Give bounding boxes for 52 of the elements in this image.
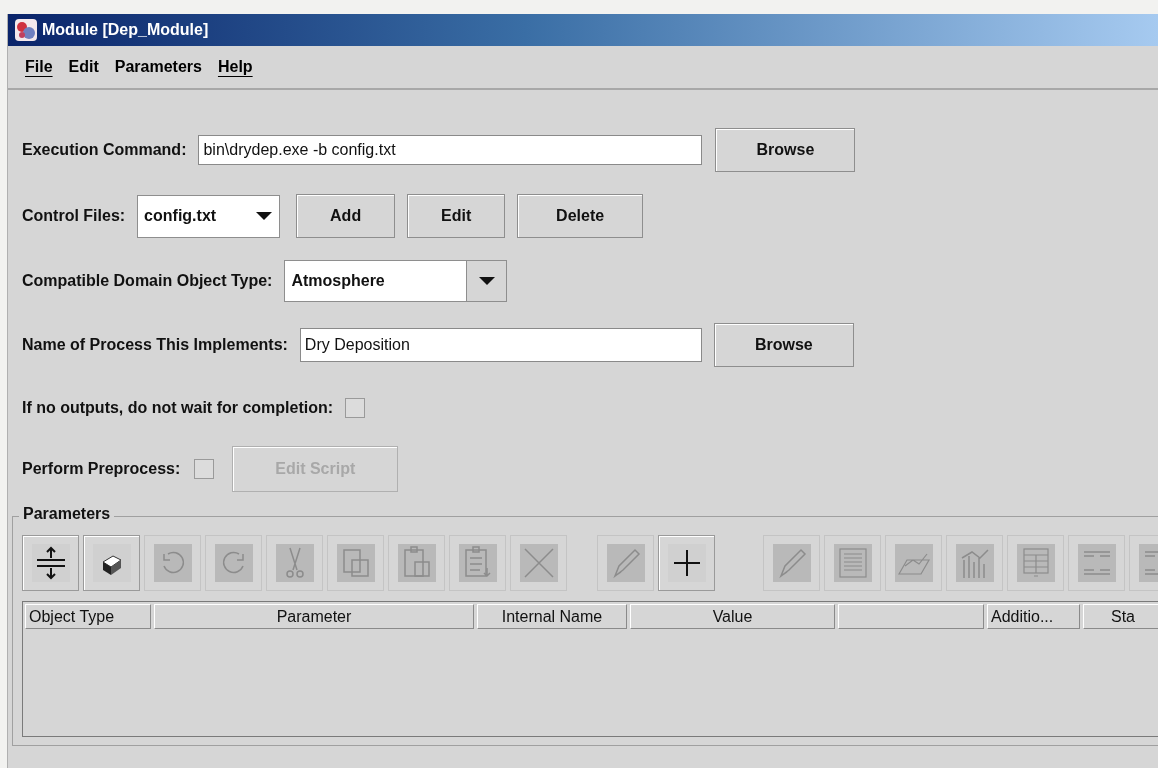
app-logo-icon — [14, 18, 38, 42]
column-header[interactable]: Internal Name — [477, 604, 627, 629]
window-title: Module [Dep_Module] — [42, 21, 209, 39]
menu-item[interactable]: File — [25, 58, 53, 76]
copy-icon — [336, 544, 375, 582]
field-label: Name of Process This Implements: — [22, 336, 288, 354]
chart-icon — [894, 544, 933, 582]
delete-icon — [519, 544, 558, 582]
pencil-icon — [772, 544, 811, 582]
process-name-field[interactable]: Dry Deposition — [299, 328, 702, 362]
field-label: Compatible Domain Object Type: — [22, 272, 273, 290]
column-header[interactable]: Additio... — [987, 604, 1080, 629]
checkbox[interactable] — [345, 398, 366, 418]
pencil-icon — [606, 544, 645, 582]
resize-rows-icon — [31, 544, 70, 582]
paste-icon — [458, 544, 497, 582]
checkbox[interactable] — [194, 459, 215, 479]
action-button[interactable]: Add — [296, 194, 396, 238]
field-label: Control Files: — [22, 207, 126, 225]
scissors-icon — [275, 544, 314, 582]
document-icon — [833, 544, 872, 582]
layout-icon — [1077, 544, 1116, 582]
browse-button[interactable]: Browse — [713, 323, 854, 367]
column-header[interactable]: Object Type — [25, 604, 151, 629]
toolbar-button[interactable] — [83, 535, 140, 591]
action-button[interactable]: Edit — [407, 194, 506, 238]
column-header[interactable]: Sta — [1083, 604, 1158, 629]
dropdown-arrow-icon — [255, 211, 274, 221]
paste-icon — [397, 544, 436, 582]
object-type-dropdown[interactable]: Atmosphere — [284, 260, 508, 302]
column-header[interactable]: Parameter — [154, 604, 474, 629]
dropdown-arrow-icon — [477, 276, 496, 286]
menu-item[interactable]: Help — [217, 58, 253, 76]
checkbox-label: If no outputs, do not wait for completion: — [22, 399, 334, 417]
toolbar-button[interactable] — [658, 535, 715, 591]
toolbar-button[interactable] — [22, 535, 79, 591]
field-label: Execution Command: — [22, 141, 187, 159]
redo-icon — [214, 544, 253, 582]
action-button[interactable]: Delete — [517, 194, 644, 238]
command-field[interactable]: bin\drydep.exe -b config.txt — [198, 135, 703, 165]
table-icon — [1016, 544, 1055, 582]
bar-chart-icon — [955, 544, 994, 582]
menu-item[interactable]: Edit — [68, 58, 99, 76]
eraser-icon — [92, 544, 131, 582]
checkbox-label: Perform Preprocess: — [22, 460, 181, 478]
column-header[interactable]: Value — [630, 604, 835, 629]
undo-icon — [153, 544, 192, 582]
browse-button[interactable]: Browse — [715, 128, 856, 172]
control-file-dropdown[interactable]: config.txt — [137, 194, 281, 238]
plus-icon — [667, 544, 706, 582]
menu-item[interactable]: Parameters — [114, 58, 202, 76]
column-header[interactable] — [838, 604, 984, 629]
